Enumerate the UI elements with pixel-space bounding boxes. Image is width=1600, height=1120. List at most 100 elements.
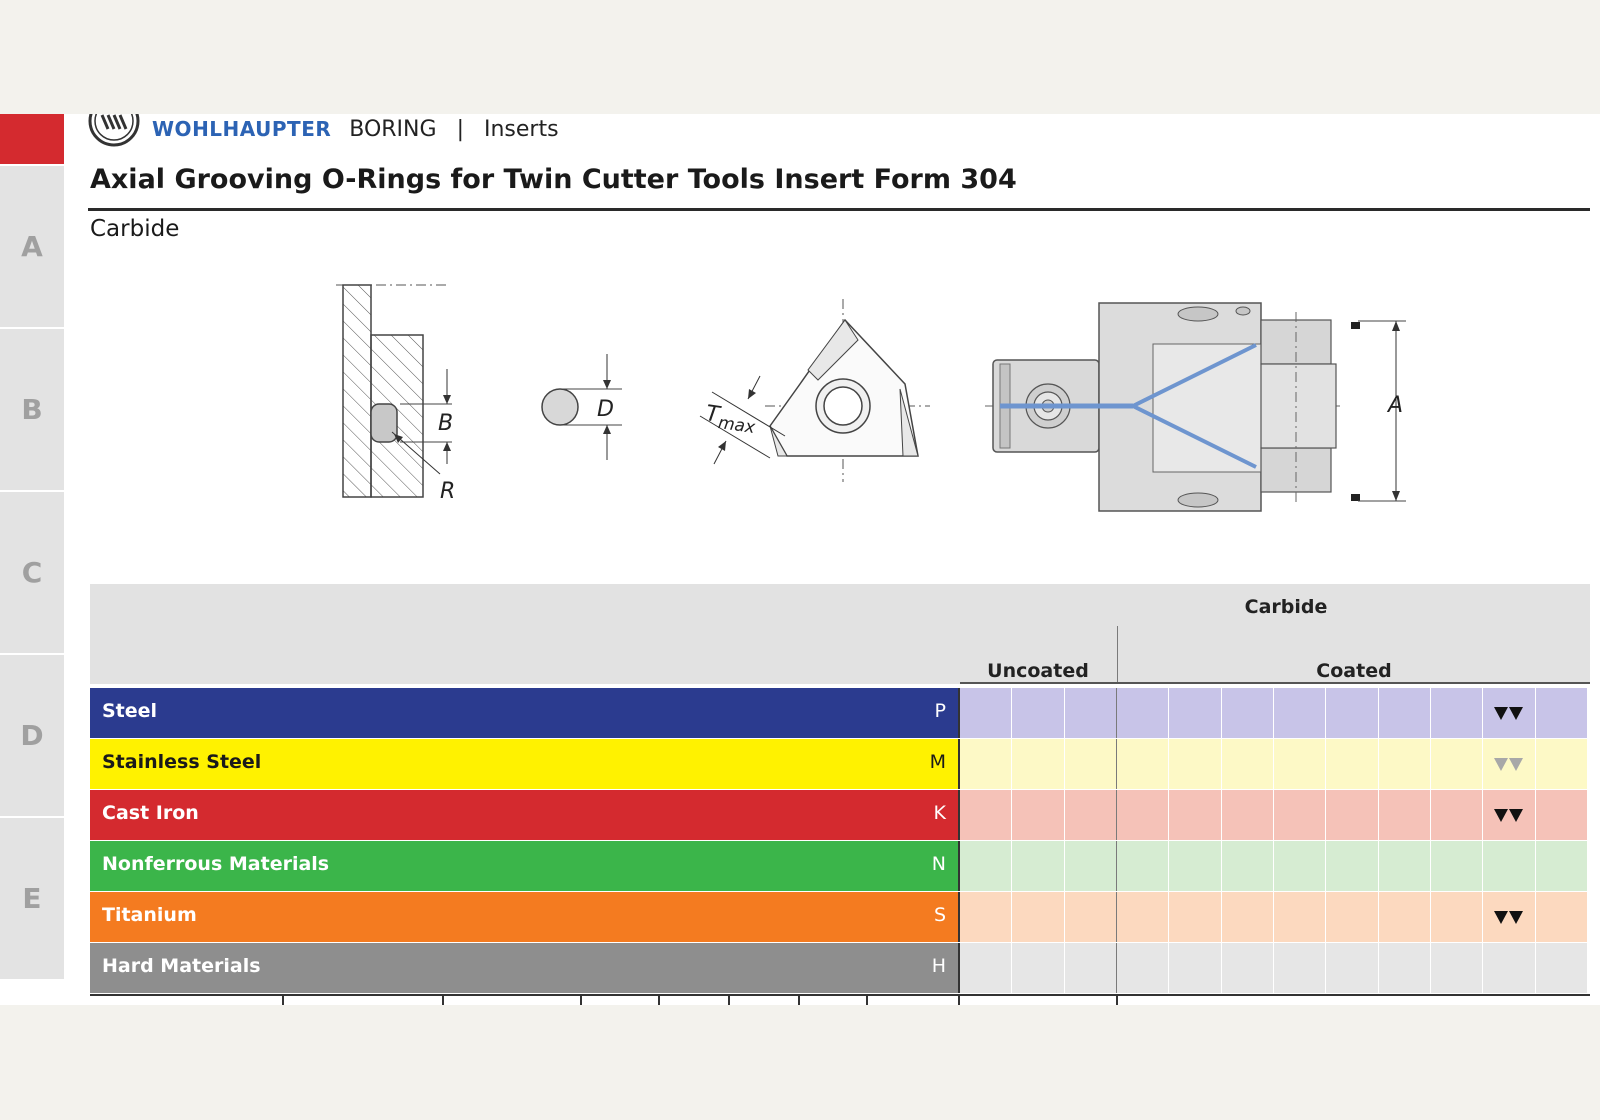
grade-cell xyxy=(1378,790,1431,840)
breadcrumb-section[interactable]: BORING xyxy=(349,117,436,142)
grade-cell xyxy=(1535,739,1588,789)
grade-cell xyxy=(1116,943,1170,993)
grade-cells xyxy=(958,688,1588,738)
bottom-tick xyxy=(658,994,660,1005)
grade-cell xyxy=(1378,892,1431,942)
material-name: Hard Materials xyxy=(102,955,261,977)
grade-cell xyxy=(1064,688,1117,738)
grade-cell xyxy=(1326,739,1379,789)
seal-logo-icon xyxy=(88,114,140,147)
suitable-hollow-triangles-icon xyxy=(1494,757,1524,771)
bottom-tick xyxy=(1116,994,1118,1005)
material-name: Cast Iron xyxy=(102,802,199,824)
grade-cell xyxy=(1116,892,1170,942)
triangle-icon xyxy=(1509,910,1524,924)
tab-a[interactable]: A xyxy=(0,166,64,327)
grade-cells xyxy=(958,943,1588,993)
breadcrumb-separator: | xyxy=(456,116,464,142)
tab-b[interactable]: B xyxy=(0,329,64,490)
grade-cell xyxy=(960,739,1013,789)
grade-cell xyxy=(1169,943,1222,993)
grade-cell xyxy=(1012,790,1065,840)
bottom-tick xyxy=(866,994,868,1005)
header-bottom-rule xyxy=(960,682,1590,684)
grade-cell xyxy=(1535,790,1588,840)
tab-d-label: D xyxy=(20,719,44,752)
grade-cell xyxy=(1483,688,1536,738)
grade-cell xyxy=(1273,790,1327,840)
material-name: Steel xyxy=(102,700,158,722)
grade-cell xyxy=(1430,790,1484,840)
groove-section-drawing: B R xyxy=(336,284,455,504)
grade-cell xyxy=(1012,892,1065,942)
tab-e-label: E xyxy=(22,882,42,915)
table-row: Steel P xyxy=(90,688,1590,738)
grade-cell xyxy=(1169,841,1222,891)
grade-cell xyxy=(1326,892,1379,942)
recommended-triangles-icon xyxy=(1494,910,1524,924)
tab-d[interactable]: D xyxy=(0,655,64,816)
grade-cell xyxy=(1169,892,1222,942)
grade-cell xyxy=(1221,892,1274,942)
material-band: Stainless Steel M xyxy=(90,739,958,789)
grade-cell xyxy=(1116,739,1170,789)
table-row: Nonferrous Materials N xyxy=(90,841,1590,891)
table-row: Cast Iron K xyxy=(90,790,1590,840)
grade-cell xyxy=(1326,841,1379,891)
label-tmax: Tmax xyxy=(703,401,758,438)
grade-cell xyxy=(1326,790,1379,840)
material-band: Titanium S xyxy=(90,892,958,942)
catalog-page: A B C D E WOHLHAUPTER BORING | Inserts A… xyxy=(0,114,1600,1005)
recommended-triangles-icon xyxy=(1494,808,1524,822)
grade-cell xyxy=(1221,688,1274,738)
triangle-icon xyxy=(1494,910,1509,924)
grade-cell xyxy=(1116,841,1170,891)
triangle-icon xyxy=(1509,757,1524,771)
grade-cell xyxy=(1012,739,1065,789)
tab-e[interactable]: E xyxy=(0,818,64,979)
o-ring-diameter-drawing: D xyxy=(541,354,622,460)
material-band: Nonferrous Materials N xyxy=(90,841,958,891)
grade-cell xyxy=(1326,943,1379,993)
grade-cell xyxy=(1535,892,1588,942)
grade-cell xyxy=(1273,739,1327,789)
grade-cell xyxy=(1221,943,1274,993)
grade-cell xyxy=(1273,841,1327,891)
material-name: Stainless Steel xyxy=(102,751,262,773)
grade-cell xyxy=(1378,688,1431,738)
grade-cell xyxy=(1012,688,1065,738)
page-subtitle: Carbide xyxy=(90,216,180,242)
grade-cell xyxy=(1326,688,1379,738)
label-r: R xyxy=(440,479,455,504)
label-a: A xyxy=(1386,393,1403,418)
material-name: Nonferrous Materials xyxy=(102,853,330,875)
grade-cell xyxy=(1273,688,1327,738)
iso-code: P xyxy=(934,700,946,722)
page-header: WOHLHAUPTER BORING | Inserts xyxy=(88,114,559,147)
recommended-triangles-icon xyxy=(1494,706,1524,720)
grade-cell xyxy=(1483,739,1536,789)
grade-cell xyxy=(1430,688,1484,738)
header-uncoated: Uncoated xyxy=(987,660,1089,682)
grade-cell xyxy=(1221,790,1274,840)
grade-cell xyxy=(1378,943,1431,993)
breadcrumb-page[interactable]: Inserts xyxy=(484,117,559,142)
brand-logo[interactable]: WOHLHAUPTER xyxy=(152,117,331,141)
tab-c[interactable]: C xyxy=(0,492,64,653)
page-title: Axial Grooving O-Rings for Twin Cutter T… xyxy=(90,164,1017,195)
iso-code: S xyxy=(933,904,946,926)
grade-cells xyxy=(958,739,1588,789)
grade-cell xyxy=(1378,841,1431,891)
triangle-icon xyxy=(1509,706,1524,720)
bottom-tick xyxy=(958,994,960,1005)
grade-cell xyxy=(1221,739,1274,789)
grade-cell xyxy=(960,790,1013,840)
grade-cell xyxy=(1012,841,1065,891)
bottom-tick xyxy=(580,994,582,1005)
grade-cell xyxy=(1483,841,1536,891)
grade-cells xyxy=(958,892,1588,942)
material-table: Steel P Stainless Steel M Cast Iron K Nonferro… xyxy=(90,688,1590,994)
bottom-tick xyxy=(282,994,284,1005)
grade-cell xyxy=(1483,892,1536,942)
grade-cell xyxy=(1535,688,1588,738)
